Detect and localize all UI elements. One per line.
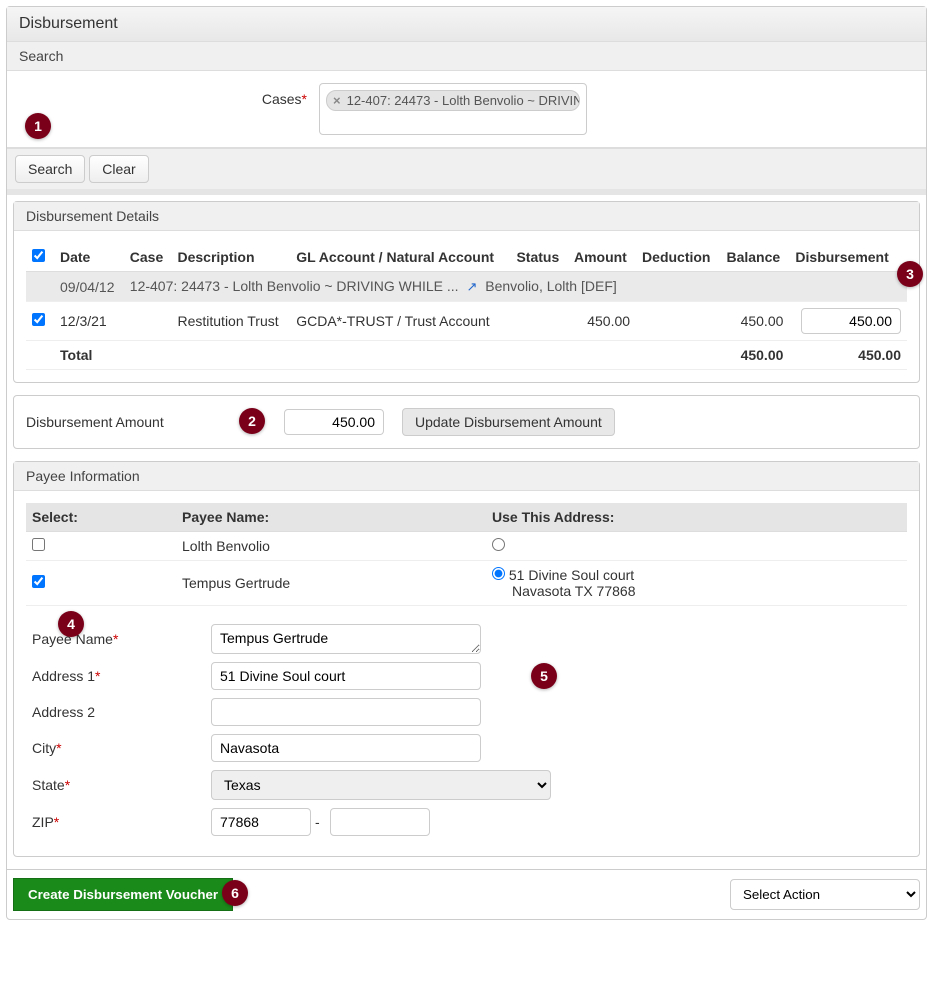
page-title: Disbursement <box>7 7 926 42</box>
payee-row: Tempus Gertrude 51 Divine Soul court Nav… <box>26 561 907 606</box>
total-row: Total 450.00 450.00 <box>26 341 907 370</box>
col-case: Case <box>124 243 172 272</box>
payee-address-line2: Navasota TX 77868 <box>512 583 636 599</box>
payee-name-input[interactable]: Tempus Gertrude <box>211 624 481 654</box>
zip-label: ZIP* <box>26 814 211 830</box>
clear-button[interactable]: Clear <box>89 155 148 183</box>
cases-tag-input[interactable]: × 12-407: 24473 - Lolth Benvolio ~ DRIVI… <box>319 83 587 135</box>
address1-label: Address 1* <box>26 668 211 684</box>
payee-address-line1: 51 Divine Soul court <box>509 567 634 583</box>
select-action-dropdown[interactable]: Select Action <box>730 879 920 910</box>
callout-6: 6 <box>222 880 248 906</box>
payee-address-radio[interactable] <box>492 567 505 580</box>
city-input[interactable] <box>211 734 481 762</box>
detail-row: 12/3/21 Restitution Trust GCDA*-TRUST / … <box>26 302 907 341</box>
col-gl: GL Account / Natural Account <box>290 243 510 272</box>
case-tag-text: 12-407: 24473 - Lolth Benvolio ~ DRIVING… <box>347 93 580 108</box>
row-disbursement-input[interactable] <box>801 308 901 334</box>
callout-2: 2 <box>239 408 265 434</box>
zip-input[interactable] <box>211 808 311 836</box>
select-all-checkbox[interactable] <box>32 249 45 262</box>
cases-label: Cases* <box>19 83 319 107</box>
external-link-icon[interactable]: ↗ <box>466 279 477 294</box>
state-label: State* <box>26 777 211 793</box>
remove-case-icon[interactable]: × <box>333 93 341 108</box>
col-amount: Amount <box>568 243 636 272</box>
payee-col-address: Use This Address: <box>486 503 907 532</box>
payee-name-cell: Lolth Benvolio <box>176 532 486 561</box>
col-date: Date <box>54 243 124 272</box>
address2-input[interactable] <box>211 698 481 726</box>
col-description: Description <box>171 243 290 272</box>
payee-col-name: Payee Name: <box>176 503 486 532</box>
col-balance: Balance <box>720 243 789 272</box>
callout-4: 4 <box>58 611 84 637</box>
payee-section-header: Payee Information <box>14 462 919 491</box>
city-label: City* <box>26 740 211 756</box>
payee-select-checkbox[interactable] <box>32 575 45 588</box>
payee-address-radio[interactable] <box>492 538 505 551</box>
case-group-row: 09/04/12 12-407: 24473 - Lolth Benvolio … <box>26 272 907 302</box>
zip-ext-input[interactable] <box>330 808 430 836</box>
address2-label: Address 2 <box>26 704 211 720</box>
payee-name-cell: Tempus Gertrude <box>176 561 486 606</box>
search-button[interactable]: Search <box>15 155 85 183</box>
disb-amount-label: Disbursement Amount <box>26 414 226 430</box>
search-section-header: Search <box>7 42 926 71</box>
payee-name-label: Payee Name* <box>26 631 211 647</box>
callout-3: 3 <box>897 261 923 287</box>
details-section-header: Disbursement Details <box>14 202 919 231</box>
col-deduction: Deduction <box>636 243 720 272</box>
state-select[interactable]: Texas <box>211 770 551 800</box>
callout-5: 5 <box>531 663 557 689</box>
col-status: Status <box>510 243 568 272</box>
payee-row: Lolth Benvolio <box>26 532 907 561</box>
disb-amount-input[interactable] <box>284 409 384 435</box>
payee-col-select: Select: <box>26 503 176 532</box>
callout-1: 1 <box>25 113 51 139</box>
update-disb-amount-button[interactable]: Update Disbursement Amount <box>402 408 615 436</box>
col-disbursement: Disbursement <box>789 243 907 272</box>
case-tag[interactable]: × 12-407: 24473 - Lolth Benvolio ~ DRIVI… <box>326 90 580 111</box>
row-checkbox[interactable] <box>32 313 45 326</box>
create-disbursement-voucher-button[interactable]: Create Disbursement Voucher <box>13 878 233 911</box>
details-table: Date Case Description GL Account / Natur… <box>26 243 907 370</box>
address1-input[interactable] <box>211 662 481 690</box>
payee-select-checkbox[interactable] <box>32 538 45 551</box>
